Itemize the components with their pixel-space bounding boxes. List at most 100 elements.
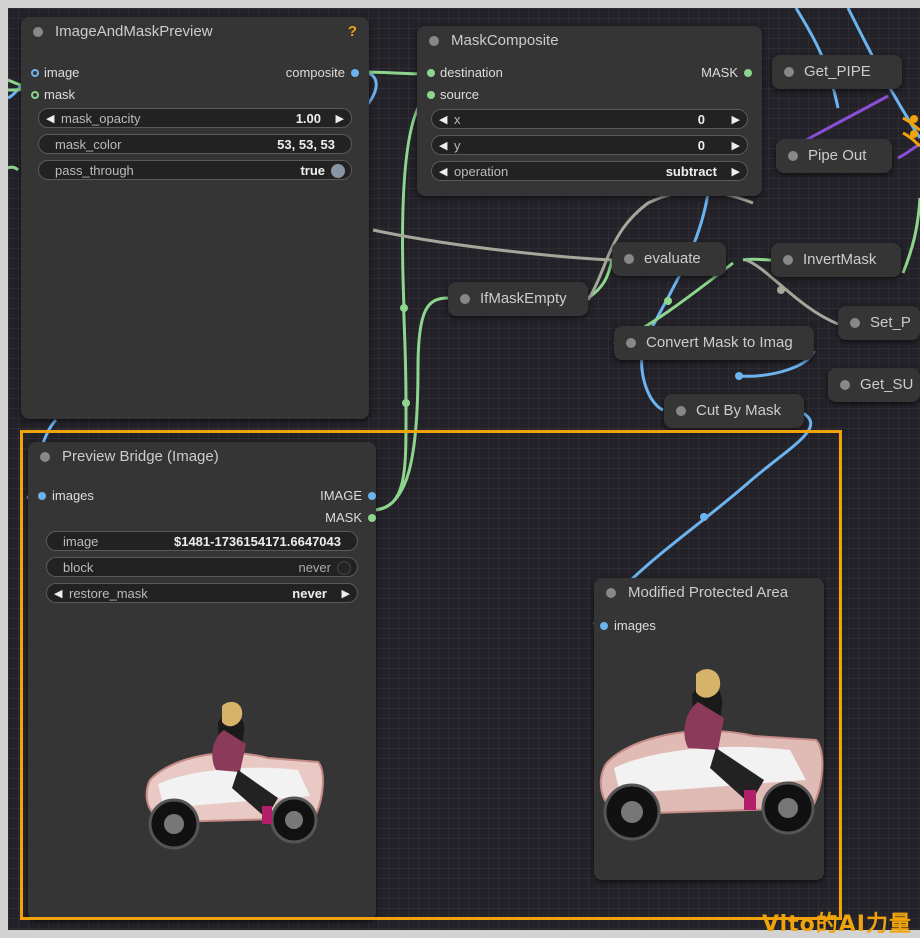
output-slot-composite[interactable]: composite <box>286 64 359 82</box>
preview-bridge-node[interactable]: Preview Bridge (Image) images IMAGE MASK… <box>28 442 376 920</box>
wire-green-top-left <box>8 165 20 172</box>
y-widget[interactable]: ◀ y 0 ▶ <box>431 135 748 155</box>
widget-value: never <box>292 586 327 601</box>
wire-gray-long <box>372 228 613 262</box>
modified-protected-area-node[interactable]: Modified Protected Area images <box>594 578 824 880</box>
slot-dot-icon <box>351 69 359 77</box>
input-slot-image[interactable]: image <box>31 64 79 82</box>
output-slot-image[interactable]: IMAGE <box>320 487 376 505</box>
image-widget[interactable]: image $1481-1736154171.6647043 <box>46 531 358 551</box>
slot-dot-icon <box>744 69 752 77</box>
slot-dot-icon <box>368 514 376 522</box>
increment-arrow-icon[interactable]: ▶ <box>342 584 350 602</box>
mask-opacity-widget[interactable]: ◀ mask_opacity 1.00 ▶ <box>38 108 352 128</box>
help-icon[interactable]: ? <box>348 23 357 40</box>
set-p-node[interactable]: Set_P <box>838 306 920 340</box>
screenshot-frame: ImageAndMaskPreview ? image mask composi… <box>0 0 920 938</box>
slot-label: destination <box>440 65 503 80</box>
invert-mask-node[interactable]: InvertMask <box>771 243 901 277</box>
collapse-dot-icon[interactable] <box>460 294 470 304</box>
node-title: Pipe Out <box>808 147 867 164</box>
get-pipe-node[interactable]: Get_PIPE <box>772 55 902 89</box>
widget-value: 1.00 <box>295 111 321 126</box>
collapse-dot-icon[interactable] <box>784 67 794 77</box>
preview-image[interactable] <box>128 700 328 860</box>
input-slot-source[interactable]: source <box>427 86 479 104</box>
widget-value: $1481-1736154171.6647043 <box>173 534 341 549</box>
slot-label: source <box>440 87 480 102</box>
pipe-out-node[interactable]: Pipe Out <box>776 139 892 173</box>
node-title: Cut By Mask <box>696 402 782 419</box>
input-slot-images[interactable]: images <box>600 617 656 635</box>
decrement-arrow-icon[interactable]: ◀ <box>54 584 62 602</box>
get-su-node[interactable]: Get_SU <box>828 368 920 402</box>
collapse-dot-icon[interactable] <box>676 406 686 416</box>
collapse-dot-icon[interactable] <box>840 380 850 390</box>
widget-label: x <box>454 112 461 127</box>
cut-by-mask-node[interactable]: Cut By Mask <box>664 394 804 428</box>
collapse-dot-icon[interactable] <box>606 588 616 598</box>
widget-label: y <box>454 138 461 153</box>
widget-label: mask_opacity <box>61 111 141 126</box>
widget-label: block <box>63 560 94 575</box>
decrement-arrow-icon[interactable]: ◀ <box>46 109 54 127</box>
decrement-arrow-icon[interactable]: ◀ <box>439 162 447 180</box>
widget-label: image <box>63 534 99 549</box>
input-slot-mask[interactable]: mask <box>31 86 75 104</box>
increment-arrow-icon[interactable]: ▶ <box>336 109 344 127</box>
widget-label: restore_mask <box>69 586 148 601</box>
widget-label: mask_color <box>55 137 122 152</box>
collapse-dot-icon[interactable] <box>626 338 636 348</box>
increment-arrow-icon[interactable]: ▶ <box>732 110 740 128</box>
if-mask-empty-node[interactable]: IfMaskEmpty <box>448 282 588 316</box>
decrement-arrow-icon[interactable]: ◀ <box>439 110 447 128</box>
increment-arrow-icon[interactable]: ▶ <box>732 136 740 154</box>
evaluate-node[interactable]: evaluate <box>612 242 726 276</box>
slot-label: images <box>52 488 94 503</box>
node-title: Get_PIPE <box>804 63 871 80</box>
widget-value: never <box>298 560 331 575</box>
increment-arrow-icon[interactable]: ▶ <box>732 162 740 180</box>
slot-dot-icon <box>31 69 39 77</box>
collapse-dot-icon[interactable] <box>624 254 634 264</box>
collapse-dot-icon[interactable] <box>783 255 793 265</box>
collapse-dot-icon[interactable] <box>429 36 439 46</box>
preview-image[interactable] <box>594 668 824 848</box>
operation-widget[interactable]: ◀ operation subtract ▶ <box>431 161 748 181</box>
slot-dot-icon <box>368 492 376 500</box>
node-title: ImageAndMaskPreview <box>55 23 213 40</box>
toggle-knob-icon[interactable] <box>337 561 351 575</box>
node-title: Get_SU <box>860 376 914 393</box>
reroute-dot <box>777 286 785 294</box>
output-slot-mask[interactable]: MASK <box>701 64 752 82</box>
input-slot-destination[interactable]: destination <box>427 64 503 82</box>
reroute-dot <box>910 115 918 123</box>
toggle-knob-icon[interactable] <box>331 164 345 178</box>
wire-purple-b <box>897 142 920 160</box>
collapse-dot-icon[interactable] <box>850 318 860 328</box>
pass-through-toggle[interactable]: pass_through true <box>38 160 352 180</box>
output-slot-mask[interactable]: MASK <box>325 509 376 527</box>
mask-color-widget[interactable]: mask_color 53, 53, 53 <box>38 134 352 154</box>
input-slot-images[interactable]: images <box>38 487 94 505</box>
mask-composite-node[interactable]: MaskComposite destination source MASK ◀ … <box>417 26 762 196</box>
widget-value: 53, 53, 53 <box>277 137 335 152</box>
widget-label: pass_through <box>55 163 134 178</box>
wire-blue-vertical <box>640 192 710 412</box>
reroute-dot <box>400 304 408 312</box>
decrement-arrow-icon[interactable]: ◀ <box>439 136 447 154</box>
widget-value: true <box>300 163 325 178</box>
slot-dot-icon <box>31 91 39 99</box>
image-and-mask-preview-node[interactable]: ImageAndMaskPreview ? image mask composi… <box>21 17 369 419</box>
block-toggle[interactable]: block never <box>46 557 358 577</box>
x-widget[interactable]: ◀ x 0 ▶ <box>431 109 748 129</box>
widget-value: 0 <box>697 138 705 153</box>
convert-mask-to-image-node[interactable]: Convert Mask to Imag <box>614 326 814 360</box>
slot-label: images <box>614 618 656 633</box>
collapse-dot-icon[interactable] <box>40 452 50 462</box>
reroute-dot <box>664 297 672 305</box>
collapse-dot-icon[interactable] <box>788 151 798 161</box>
restore-mask-widget[interactable]: ◀ restore_mask never ▶ <box>46 583 358 603</box>
node-graph-canvas[interactable]: ImageAndMaskPreview ? image mask composi… <box>8 8 920 930</box>
collapse-dot-icon[interactable] <box>33 27 43 37</box>
